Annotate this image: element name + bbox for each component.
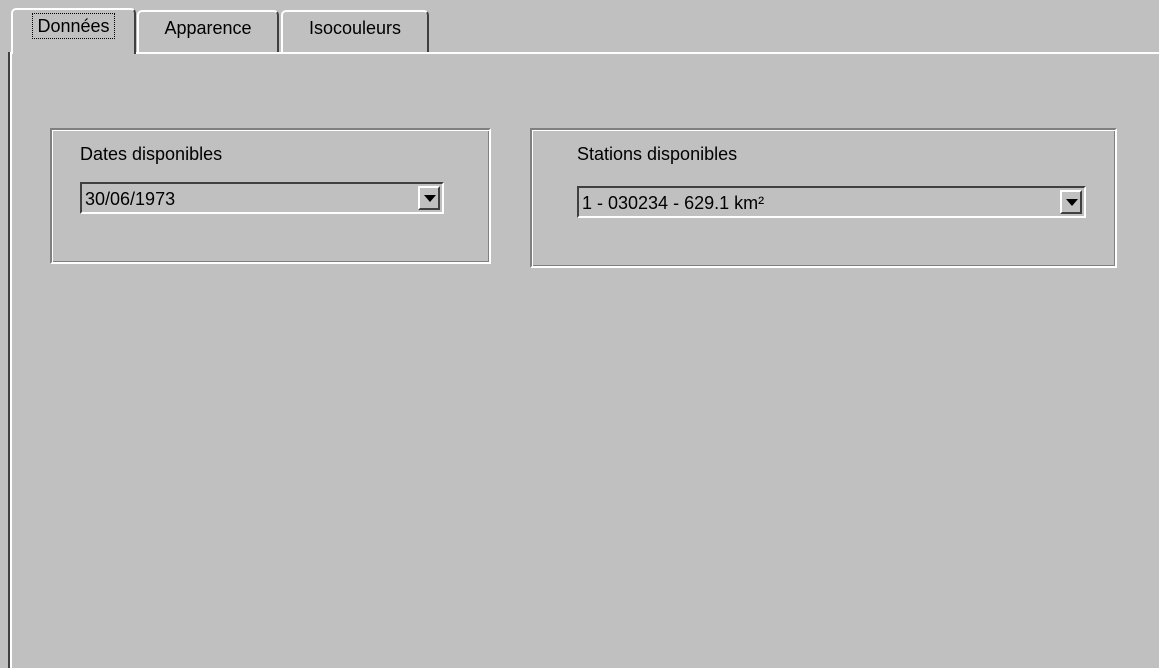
tab-apparence[interactable]: Apparence bbox=[137, 10, 279, 52]
tab-panel-donnees: Dates disponibles 30/06/1973 Stations di… bbox=[10, 52, 1159, 668]
dates-dropdown-button[interactable] bbox=[418, 186, 440, 210]
tab-isocouleurs[interactable]: Isocouleurs bbox=[281, 10, 429, 52]
tab-donnees-label: Données bbox=[32, 13, 115, 39]
tab-apparence-label: Apparence bbox=[164, 18, 252, 38]
chevron-down-icon bbox=[1066, 199, 1078, 206]
dates-groupbox: Dates disponibles 30/06/1973 bbox=[50, 128, 491, 264]
stations-select[interactable]: 1 - 030234 - 629.1 km² bbox=[577, 186, 1086, 218]
tab-strip: Données Apparence Isocouleurs bbox=[0, 0, 1159, 56]
dates-select[interactable]: 30/06/1973 bbox=[80, 182, 444, 214]
tab-donnees[interactable]: Données bbox=[11, 8, 136, 54]
tab-isocouleurs-label: Isocouleurs bbox=[308, 18, 402, 38]
stations-groupbox: Stations disponibles 1 - 030234 - 629.1 … bbox=[530, 128, 1117, 268]
dates-select-value: 30/06/1973 bbox=[85, 189, 176, 209]
stations-select-value: 1 - 030234 - 629.1 km² bbox=[582, 193, 765, 213]
stations-dropdown-button[interactable] bbox=[1060, 190, 1082, 214]
stations-group-label: Stations disponibles bbox=[577, 144, 738, 164]
dates-group-label: Dates disponibles bbox=[80, 144, 223, 164]
chevron-down-icon bbox=[424, 195, 436, 202]
